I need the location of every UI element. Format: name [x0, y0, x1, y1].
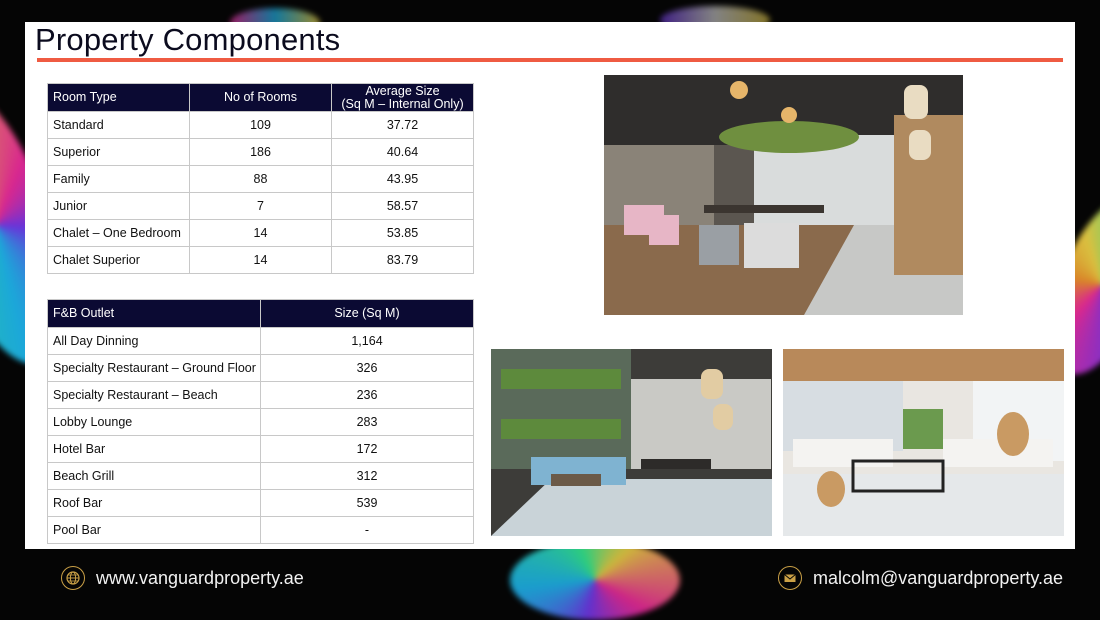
- room-size-cell: 53.85: [331, 219, 474, 247]
- room-size-cell: 37.72: [331, 111, 474, 139]
- room-count-cell: 88: [189, 165, 332, 193]
- lobby-lounge-photo: [783, 349, 1064, 536]
- room-type-cell: Junior: [47, 192, 190, 220]
- room-types-table: Room Type No of Rooms Average Size (Sq M…: [47, 83, 474, 274]
- table-row: Specialty Restaurant – Ground Floor 326: [47, 354, 474, 382]
- table-row: Beach Grill 312: [47, 462, 474, 490]
- footer-email[interactable]: malcolm@vanguardproperty.ae: [778, 566, 1063, 590]
- column-header: Room Type: [47, 83, 190, 112]
- room-type-cell: Superior: [47, 138, 190, 166]
- room-size-cell: 40.64: [331, 138, 474, 166]
- outlet-name-cell: Hotel Bar: [47, 435, 261, 463]
- outlet-name-cell: Lobby Lounge: [47, 408, 261, 436]
- table-header-row: F&B Outlet Size (Sq M): [47, 299, 474, 328]
- outlet-size-cell: 283: [260, 408, 474, 436]
- background-swirl: [510, 540, 680, 620]
- room-size-cell: 43.95: [331, 165, 474, 193]
- outlet-name-cell: Specialty Restaurant – Ground Floor: [47, 354, 261, 382]
- table-row: All Day Dinning 1,164: [47, 327, 474, 355]
- column-header: Average Size (Sq M – Internal Only): [331, 83, 474, 112]
- room-count-cell: 14: [189, 246, 332, 274]
- room-type-cell: Standard: [47, 111, 190, 139]
- table-row: Chalet Superior 14 83.79: [47, 246, 474, 274]
- outlet-name-cell: All Day Dinning: [47, 327, 261, 355]
- outlet-size-cell: -: [260, 516, 474, 544]
- room-size-cell: 83.79: [331, 246, 474, 274]
- outlet-name-cell: Specialty Restaurant – Beach: [47, 381, 261, 409]
- outlet-size-cell: 539: [260, 489, 474, 517]
- outlet-size-cell: 312: [260, 462, 474, 490]
- email-link[interactable]: malcolm@vanguardproperty.ae: [813, 568, 1063, 589]
- room-size-cell: 58.57: [331, 192, 474, 220]
- column-header-line: Average Size: [365, 83, 440, 98]
- outlet-size-cell: 1,164: [260, 327, 474, 355]
- table-row: Chalet – One Bedroom 14 53.85: [47, 219, 474, 247]
- outlet-size-cell: 326: [260, 354, 474, 382]
- column-header: No of Rooms: [189, 83, 332, 112]
- outlet-size-cell: 236: [260, 381, 474, 409]
- room-count-cell: 109: [189, 111, 332, 139]
- dining-room-photo: [491, 349, 772, 536]
- table-row: Pool Bar -: [47, 516, 474, 544]
- table-row: Standard 109 37.72: [47, 111, 474, 139]
- room-type-cell: Family: [47, 165, 190, 193]
- restaurant-interior-photo: [604, 75, 963, 315]
- table-row: Superior 186 40.64: [47, 138, 474, 166]
- website-link[interactable]: www.vanguardproperty.ae: [96, 568, 304, 589]
- column-header: Size (Sq M): [260, 299, 474, 328]
- table-row: Family 88 43.95: [47, 165, 474, 193]
- table-row: Hotel Bar 172: [47, 435, 474, 463]
- table-row: Specialty Restaurant – Beach 236: [47, 381, 474, 409]
- table-header-row: Room Type No of Rooms Average Size (Sq M…: [47, 83, 474, 112]
- table-row: Junior 7 58.57: [47, 192, 474, 220]
- column-header: F&B Outlet: [47, 299, 261, 328]
- envelope-icon: [778, 566, 802, 590]
- footer-website[interactable]: www.vanguardproperty.ae: [61, 566, 304, 590]
- outlet-name-cell: Pool Bar: [47, 516, 261, 544]
- globe-icon: [61, 566, 85, 590]
- title-divider: [37, 58, 1063, 62]
- room-count-cell: 7: [189, 192, 332, 220]
- room-count-cell: 186: [189, 138, 332, 166]
- table-row: Lobby Lounge 283: [47, 408, 474, 436]
- room-type-cell: Chalet – One Bedroom: [47, 219, 190, 247]
- outlet-name-cell: Beach Grill: [47, 462, 261, 490]
- room-count-cell: 14: [189, 219, 332, 247]
- column-header-subline: (Sq M – Internal Only): [341, 96, 464, 111]
- outlet-name-cell: Roof Bar: [47, 489, 261, 517]
- outlet-size-cell: 172: [260, 435, 474, 463]
- page-title: Property Components: [35, 22, 341, 57]
- room-type-cell: Chalet Superior: [47, 246, 190, 274]
- slide: Property Components Room Type No of Room…: [25, 22, 1075, 549]
- table-row: Roof Bar 539: [47, 489, 474, 517]
- fb-outlets-table: F&B Outlet Size (Sq M) All Day Dinning 1…: [47, 299, 474, 544]
